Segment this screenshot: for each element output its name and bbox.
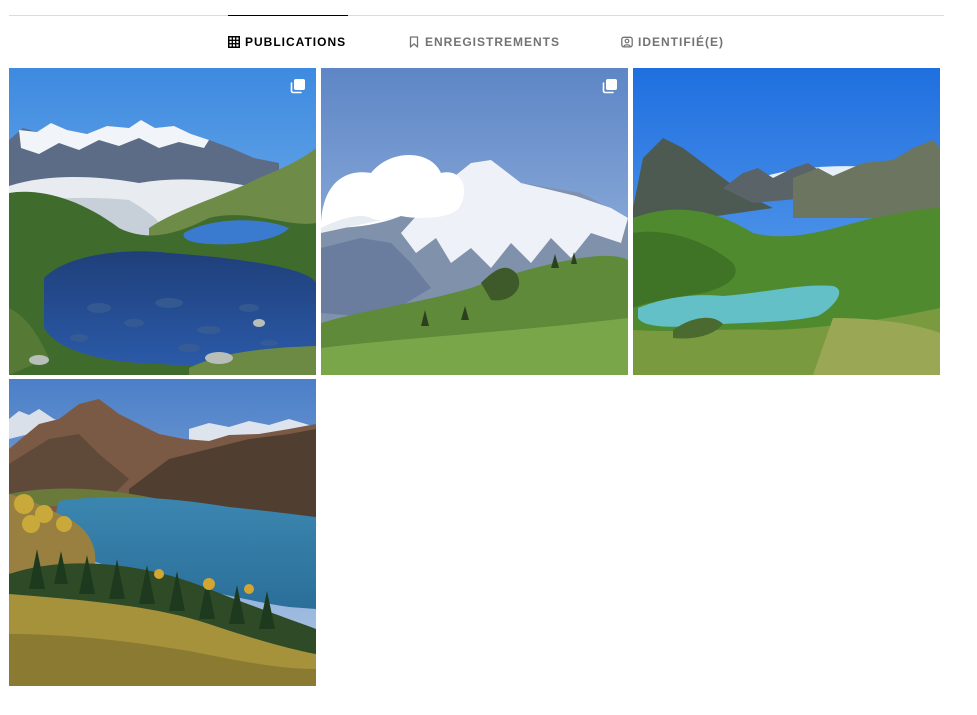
post-thumbnail[interactable] <box>633 68 940 375</box>
posts-grid <box>9 68 940 686</box>
post-image-alpine-lake <box>9 68 316 375</box>
tab-publications-label: PUBLICATIONS <box>245 34 347 49</box>
tab-publications[interactable]: PUBLICATIONS <box>228 15 348 67</box>
profile-tab-bar: PUBLICATIONS ENREGISTREMENTS IDENTIFIÉ(E… <box>9 15 944 68</box>
bookmark-icon <box>408 35 420 48</box>
post-thumbnail[interactable] <box>9 379 316 686</box>
carousel-icon <box>602 79 617 94</box>
post-thumbnail[interactable] <box>9 68 316 375</box>
post-thumbnail[interactable] <box>321 68 628 375</box>
grid-icon <box>228 35 240 48</box>
tab-identifie[interactable]: IDENTIFIÉ(E) <box>621 15 724 67</box>
carousel-icon <box>290 79 305 94</box>
tab-identifie-label: IDENTIFIÉ(E) <box>638 34 724 49</box>
tagged-user-icon <box>621 36 633 48</box>
post-image-turquoise-lake <box>633 68 940 375</box>
tab-enregistrements-label: ENREGISTREMENTS <box>425 34 561 49</box>
tab-enregistrements[interactable]: ENREGISTREMENTS <box>408 15 560 67</box>
post-image-snowy-peak <box>321 68 628 375</box>
post-image-reservoir-lake <box>9 379 316 686</box>
